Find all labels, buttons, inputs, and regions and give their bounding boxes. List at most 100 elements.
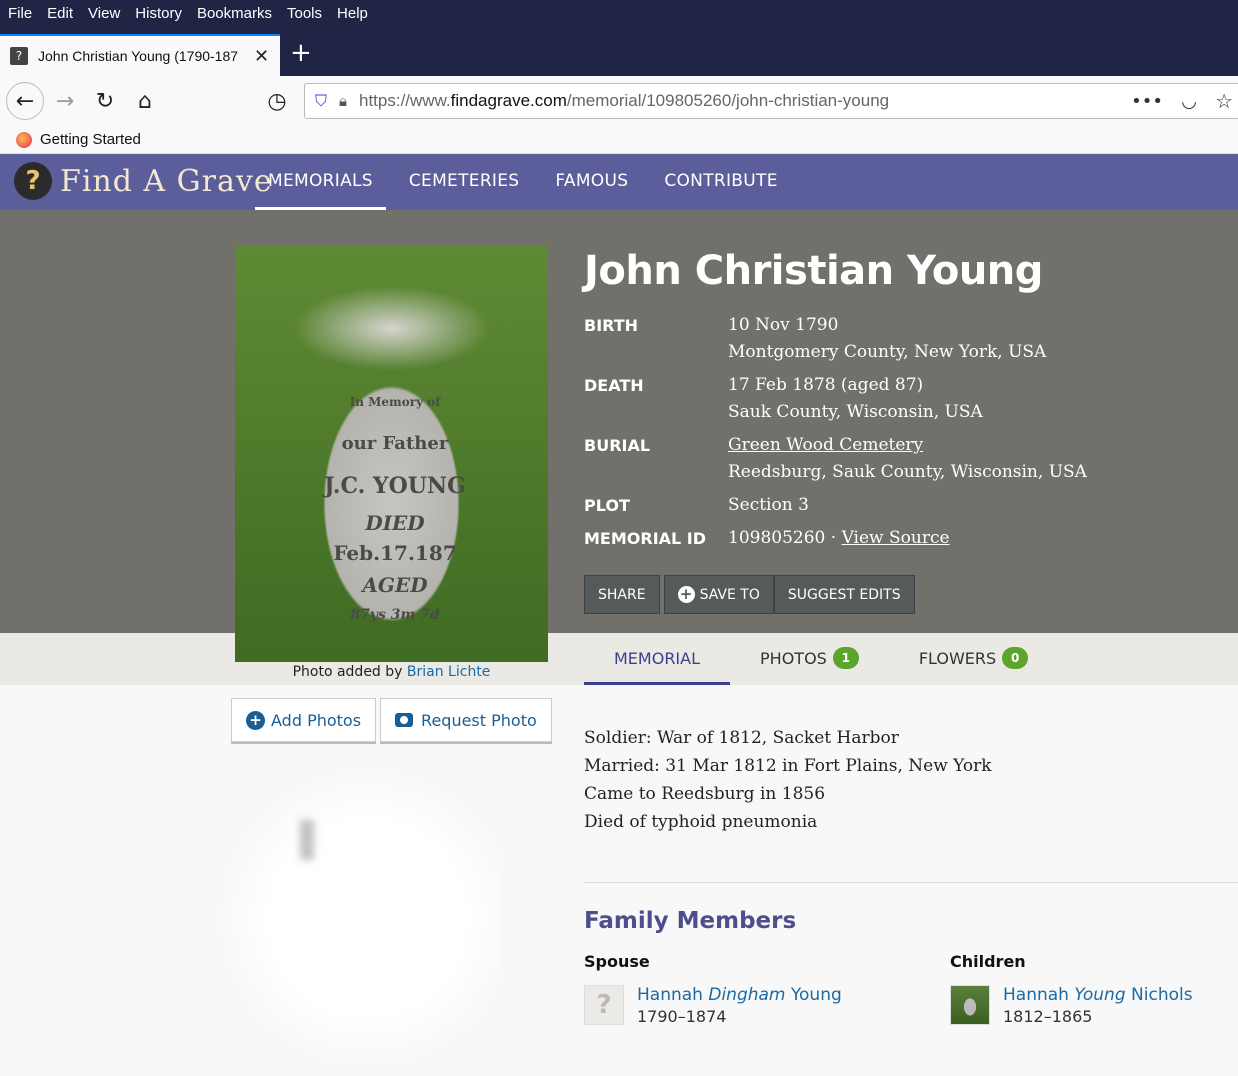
children-column: Children Hannah Young Nichols 1812–1865 — [950, 952, 1193, 1026]
tab-flowers-label: FLOWERS — [918, 649, 997, 668]
nav-contribute[interactable]: CONTRIBUTE — [651, 154, 790, 210]
burial-label: BURIAL — [584, 436, 651, 455]
cemetery-link[interactable]: Green Wood Cemetery — [728, 435, 923, 455]
photos-count-badge: 1 — [832, 647, 859, 669]
save-edit-group: + SAVE TO SUGGEST EDITS — [663, 575, 915, 614]
vital-facts: BIRTH 10 Nov 1790 Montgomery County, New … — [584, 312, 1184, 558]
menu-history[interactable]: History — [135, 5, 182, 22]
headstone-text: DIED — [365, 511, 425, 535]
firefox-icon — [16, 131, 32, 148]
photo-buttons: + Add Photos Request Photo — [231, 698, 556, 742]
death-date: 17 Feb 1878 (aged 87) — [728, 375, 924, 395]
save-to-button[interactable]: + SAVE TO — [663, 575, 774, 614]
pocket-icon[interactable]: ◡ — [1181, 91, 1197, 112]
tab-strip: ? John Christian Young (1790-187 ✕ + — [0, 26, 1238, 76]
headstone-photo[interactable]: In Memory of our Father J.C. YOUNG DIED … — [235, 245, 548, 662]
findagrave-logo[interactable]: ? Find A Grave — [14, 162, 273, 200]
history-clock-icon[interactable]: ◷ — [260, 84, 294, 118]
spouse-name-link[interactable]: Hannah Dingham Young — [637, 985, 842, 1005]
browser-tab[interactable]: ? John Christian Young (1790-187 ✕ — [0, 34, 280, 76]
section-divider — [584, 882, 1238, 883]
tab-title: John Christian Young (1790-187 — [38, 48, 239, 64]
tracking-shield-icon[interactable]: ⛉ — [315, 91, 327, 111]
memorial-bio: Soldier: War of 1812, Sacket Harbor Marr… — [584, 724, 992, 836]
menu-view[interactable]: View — [88, 5, 120, 22]
add-photos-label: Add Photos — [271, 710, 362, 730]
request-photo-label: Request Photo — [421, 710, 537, 730]
death-place: Sauk County, Wisconsin, USA — [728, 402, 983, 422]
burial-place: Reedsburg, Sauk County, Wisconsin, USA — [728, 462, 1087, 482]
new-tab-icon[interactable]: + — [290, 38, 312, 68]
death-label: DEATH — [584, 376, 644, 395]
birth-place: Montgomery County, New York, USA — [728, 342, 1047, 362]
tab-flowers[interactable]: FLOWERS 0 — [889, 633, 1058, 685]
photo-credit-link[interactable]: Brian Lichte — [407, 664, 491, 680]
bio-line: Came to Reedsburg in 1856 — [584, 784, 826, 804]
bookmark-getting-started[interactable]: Getting Started — [40, 131, 141, 148]
headstone-text: AGED — [362, 573, 428, 597]
plus-circle-icon: + — [246, 710, 265, 730]
tab-memorial[interactable]: MEMORIAL — [584, 633, 731, 685]
plot-label: PLOT — [584, 496, 630, 515]
headstone-text: Feb.17.187 — [333, 541, 457, 565]
family-member[interactable]: ? Hannah Dingham Young 1790–1874 — [584, 985, 842, 1026]
home-icon[interactable]: ⌂ — [128, 84, 162, 118]
plot-value: Section 3 — [728, 495, 809, 515]
death-row: DEATH 17 Feb 1878 (aged 87) Sauk County, … — [584, 372, 1184, 426]
photo-caption-prefix: Photo added by — [292, 664, 403, 680]
camera-icon — [395, 713, 414, 727]
family-members-title: Family Members — [584, 908, 797, 934]
view-source-link[interactable]: View Source — [842, 528, 950, 548]
menu-bar: File Edit View History Bookmarks Tools H… — [0, 0, 1238, 26]
memorial-actions: SHARE + SAVE TO SUGGEST EDITS — [584, 575, 915, 614]
logo-text: Find A Grave — [60, 163, 273, 199]
plus-circle-icon: + — [677, 586, 695, 603]
back-arrow-icon[interactable]: ← — [6, 82, 44, 120]
nav-cemeteries[interactable]: CEMETERIES — [396, 154, 533, 210]
birth-label: BIRTH — [584, 316, 639, 335]
spouse-column: Spouse ? Hannah Dingham Young 1790–1874 — [584, 952, 842, 1026]
tab-photos[interactable]: PHOTOS 1 — [730, 633, 889, 685]
child-years: 1812–1865 — [1003, 1007, 1093, 1026]
headstone-thumbnail — [950, 985, 990, 1025]
memorial-id-row: MEMORIAL ID 109805260 · View Source — [584, 525, 1184, 552]
burial-row: BURIAL Green Wood Cemetery Reedsburg, Sau… — [584, 432, 1184, 486]
forward-arrow-icon[interactable]: → — [48, 84, 82, 118]
no-photo-placeholder-icon: ? — [584, 985, 624, 1025]
page-actions-icon[interactable]: ••• — [1131, 91, 1163, 112]
child-name-link[interactable]: Hannah Young Nichols — [1003, 985, 1193, 1005]
bio-line: Married: 31 Mar 1812 in Fort Plains, New… — [584, 756, 992, 776]
url-bar[interactable]: ⛉ 🔒︎ https://www.findagrave.com/memorial… — [304, 83, 1238, 119]
lock-icon[interactable]: 🔒︎ — [339, 92, 347, 110]
nav-memorials[interactable]: MEMORIALS — [255, 154, 386, 210]
add-photos-button[interactable]: + Add Photos — [231, 698, 377, 742]
family-member[interactable]: Hannah Young Nichols 1812–1865 — [950, 985, 1193, 1026]
spouse-years: 1790–1874 — [637, 1007, 727, 1026]
menu-file[interactable]: File — [8, 5, 32, 22]
navigation-bar: ← → ↻ ⌂ ◷ ⛉ 🔒︎ https://www.findagrave.co… — [0, 76, 1238, 126]
memorial-id-label: MEMORIAL ID — [584, 529, 707, 548]
suggest-edits-button[interactable]: SUGGEST EDITS — [773, 575, 915, 614]
url-text[interactable]: https://www.findagrave.com/memorial/1098… — [359, 91, 889, 111]
tab-photos-label: PHOTOS — [760, 649, 827, 668]
findagrave-favicon-icon: ? — [10, 47, 28, 65]
main-nav: MEMORIALS CEMETERIES FAMOUS CONTRIBUTE — [255, 154, 801, 210]
bookmark-star-icon[interactable]: ☆ — [1215, 89, 1233, 113]
share-button[interactable]: SHARE — [584, 575, 660, 614]
headstone-text: In Memory of — [349, 395, 441, 409]
blur-smudge — [300, 820, 314, 860]
headstone-text: 87ys 3m 7d — [350, 607, 440, 623]
menu-help[interactable]: Help — [337, 5, 368, 22]
save-to-label: SAVE TO — [699, 586, 760, 603]
reload-icon[interactable]: ↻ — [88, 84, 122, 118]
blurred-region — [170, 760, 500, 1076]
bookmarks-toolbar: Getting Started — [0, 126, 1238, 154]
menu-tools[interactable]: Tools — [287, 5, 322, 22]
photo-caption: Photo added by Brian Lichte — [235, 664, 548, 680]
request-photo-button[interactable]: Request Photo — [380, 698, 552, 742]
menu-bookmarks[interactable]: Bookmarks — [197, 5, 272, 22]
menu-edit[interactable]: Edit — [47, 5, 73, 22]
nav-famous[interactable]: FAMOUS — [542, 154, 641, 210]
memorial-tabs: MEMORIAL PHOTOS 1 FLOWERS 0 — [584, 633, 1058, 685]
close-tab-icon[interactable]: ✕ — [254, 46, 269, 67]
